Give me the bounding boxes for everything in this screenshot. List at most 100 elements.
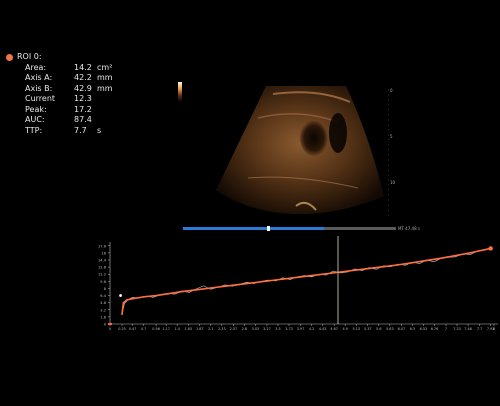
intensity-colorbar xyxy=(178,82,182,102)
x-tick-label: 4.67 xyxy=(330,327,338,331)
y-tick-label: 8 xyxy=(104,287,107,291)
y-tick-label: 11.2 xyxy=(98,273,106,277)
roi-color-dot xyxy=(6,53,13,61)
series-line xyxy=(121,247,491,316)
x-tick-label: 2.33 xyxy=(218,327,226,331)
roi-stat-value: 17.2 xyxy=(74,104,92,114)
series-point xyxy=(426,259,428,262)
roi-stat-label: Peak: xyxy=(25,104,47,114)
x-tick-label: 7.7 xyxy=(477,327,482,331)
roi-stat-value: 87.4 xyxy=(74,115,92,124)
y-tick-label: 3.2 xyxy=(100,308,106,312)
series-point xyxy=(382,265,385,268)
x-tick-label: 0.47 xyxy=(129,327,137,331)
roi-title[interactable]: ROI 0: xyxy=(6,52,136,63)
x-tick-label: 3.97 xyxy=(297,327,305,331)
roi-stat-label: AUC: xyxy=(25,115,45,124)
depth-label: 0 xyxy=(390,88,393,93)
x-tick-label: 2.8 xyxy=(242,327,247,331)
roi-title-label: ROI 0: xyxy=(17,52,42,61)
x-tick-label: 4.9 xyxy=(342,327,347,331)
series-point xyxy=(469,252,471,254)
x-tick-label: 1.87 xyxy=(196,327,204,331)
series-point xyxy=(166,292,169,295)
depth-scale: 0 5 10 xyxy=(388,88,396,216)
series-point xyxy=(440,257,443,260)
y-tick-label: 17.6 xyxy=(98,244,107,248)
time-readout: MT 47.48 s xyxy=(398,226,420,231)
x-tick-label: 0.7 xyxy=(141,327,146,331)
roi-stat-value: 42.2 xyxy=(74,73,92,82)
series-point xyxy=(267,280,270,282)
x-tick-label: 2.1 xyxy=(208,327,213,331)
x-tick-label: 1.17 xyxy=(162,327,170,331)
roi-stat-label: Current xyxy=(25,94,56,103)
x-tick-label: 4.2 xyxy=(309,327,314,331)
timeline-scroll-handle[interactable] xyxy=(267,226,271,231)
y-tick-label: 1.6 xyxy=(100,315,106,319)
x-tick-label: 4.43 xyxy=(319,327,327,331)
vessel xyxy=(329,113,347,153)
series-point xyxy=(282,278,284,280)
x-tick-label: 3.5 xyxy=(275,327,280,331)
roi-stat-label: Axis A: xyxy=(25,73,53,82)
series-point xyxy=(131,297,134,300)
x-tick-label: 6.53 xyxy=(420,327,428,331)
y-tick-label: 4.8 xyxy=(100,301,106,305)
series-point xyxy=(397,264,399,266)
roi-stat-unit: s xyxy=(97,125,102,135)
roi-stat-value: 42.9 xyxy=(74,83,92,93)
x-tick-label: 5.6 xyxy=(376,327,381,331)
timeline-scrollbar[interactable] xyxy=(183,226,396,231)
tic-chart[interactable]: 0 1.6 3.2 4.8 6.4 8 9.6 11.2 12.8 14.4 16 17.6 0 0.25… xyxy=(96,236,500,336)
series-point xyxy=(195,288,198,291)
roi-stat-value: 7.7 xyxy=(74,125,87,135)
series-point xyxy=(126,299,128,301)
y-tick-label: 16 xyxy=(101,251,106,255)
lesion xyxy=(300,120,328,156)
x-tick-label: 3.27 xyxy=(263,327,271,331)
origin-marker xyxy=(108,323,112,325)
x-tick-label: 5.13 xyxy=(352,327,360,331)
start-marker[interactable] xyxy=(119,294,122,297)
roi-stat-label: TTP: xyxy=(25,125,43,135)
series-point xyxy=(210,287,212,289)
roi-stat-value: 14.2 xyxy=(74,62,92,72)
ultrasound-image[interactable] xyxy=(178,78,406,228)
roi-stat-value: 12.3 xyxy=(74,94,92,103)
x-tick-label: 1.63 xyxy=(184,327,192,331)
series-point xyxy=(354,269,356,272)
curve-end-marker[interactable] xyxy=(488,246,493,251)
x-tick-label: 7.23 xyxy=(453,327,461,331)
series-point xyxy=(368,267,371,270)
x-tick-label: 5.37 xyxy=(364,327,372,331)
series-point xyxy=(454,254,457,257)
series-point xyxy=(296,276,298,279)
timeline-scrollbar-fill[interactable] xyxy=(183,227,324,230)
x-tick-label: 6.76 xyxy=(431,327,439,331)
series-point xyxy=(224,285,226,288)
y-tick-label: 0 xyxy=(104,323,107,327)
x-tick-label: 0 xyxy=(109,327,111,331)
roi-stat-row: Current 12.3 xyxy=(6,94,136,105)
series-point xyxy=(310,274,313,277)
x-tick-label: 3.03 xyxy=(252,327,260,331)
roi-stat-unit: mm xyxy=(97,83,113,93)
series-point xyxy=(121,313,123,316)
y-tick-label: 14.4 xyxy=(98,259,107,263)
series-point xyxy=(122,301,125,304)
x-tick-label: 6.07 xyxy=(398,327,406,331)
roi-stat-label: Area: xyxy=(25,62,47,72)
roi-stat-unit: mm xyxy=(97,73,113,82)
roi-stat-row: Peak: 17.2 xyxy=(6,105,136,116)
x-tick-label: 8 xyxy=(493,327,495,331)
x-tick-label: 5.83 xyxy=(386,327,394,331)
y-tick-label: 6.4 xyxy=(100,294,106,298)
series-point xyxy=(142,296,145,298)
x-tick-label: 1.4 xyxy=(174,327,179,331)
y-tick-label: 12.8 xyxy=(98,266,107,270)
roi-stat-row: Axis B: 42.9 mm xyxy=(6,84,136,95)
series-point xyxy=(411,261,414,264)
series-point xyxy=(181,290,183,293)
x-tick-label: 0.25 xyxy=(118,327,126,331)
